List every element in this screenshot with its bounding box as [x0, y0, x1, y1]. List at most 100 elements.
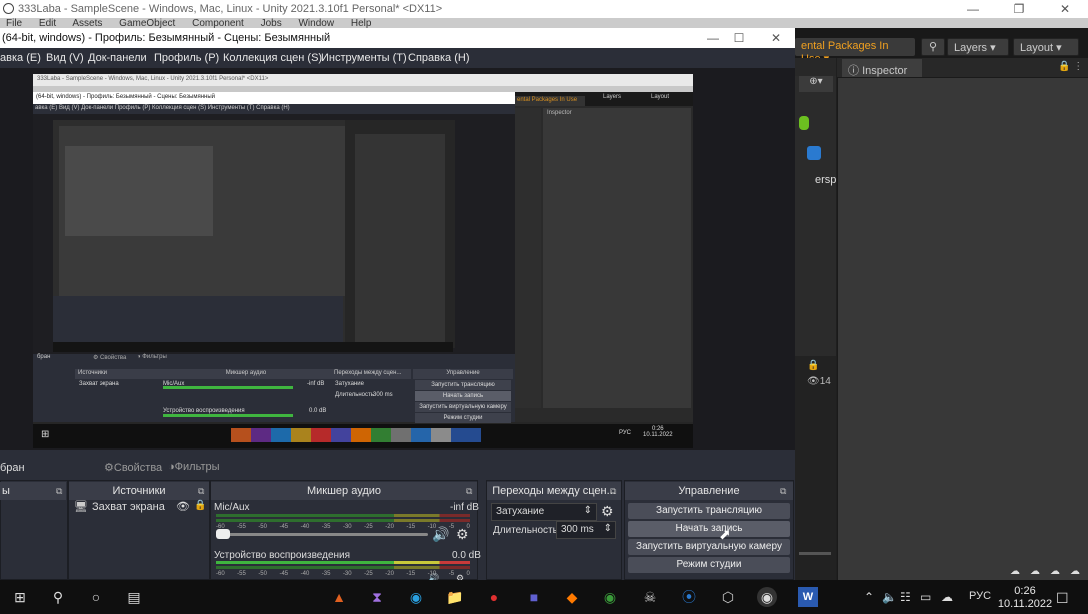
clock-time: 0:26 [1014, 585, 1036, 597]
obs-scene-toolbar: бран ⚙Свойства ◑Фильтры [0, 458, 795, 478]
unity-menu-component[interactable]: Component [192, 18, 244, 28]
unity-menubar: File Edit Assets GameObject Component Jo… [0, 18, 1088, 28]
skull-app-icon[interactable]: ☠ [640, 587, 660, 607]
obs-menu-edit[interactable]: авка (E) [0, 52, 41, 64]
packages-in-use-button[interactable]: ental Packages In Use ▾ [795, 38, 915, 65]
mic-speaker-icon[interactable]: 🔊 [432, 526, 449, 543]
unity-menu-file[interactable]: File [6, 18, 22, 28]
nested-lang: РУС [619, 430, 632, 436]
taskbar-clock[interactable]: 0:26 10.11.2022 [997, 585, 1053, 611]
eye-icon[interactable]: 👁 [176, 500, 190, 513]
chevron-up-icon[interactable]: ⌃ [864, 590, 874, 604]
file-explorer-icon[interactable]: 📁 [445, 587, 465, 607]
start-recording-button[interactable]: Начать запись [628, 521, 790, 537]
controls-dock-pin-icon[interactable]: ⧉ [780, 486, 786, 497]
nested-inspector-label: Inspector [547, 110, 572, 116]
maximize-icon[interactable]: ❐ [996, 0, 1042, 18]
word-icon[interactable]: W [798, 587, 818, 607]
zoom-slider[interactable] [799, 552, 831, 555]
tray-icon-d[interactable]: ☁ [1070, 566, 1080, 577]
unity-toolbar-top [795, 28, 1088, 36]
visual-studio-icon[interactable]: ⧗ [367, 587, 387, 607]
spin-arrows-icon: ⇕ [583, 505, 592, 516]
obs-menu-scene-collection[interactable]: Коллекция сцен (S) [223, 52, 322, 64]
unity-icon[interactable]: ⬡ [718, 587, 738, 607]
battery-icon[interactable]: ▭ [920, 590, 931, 604]
fl-studio-icon[interactable]: ◆ [562, 587, 582, 607]
inspector-lock-icon[interactable]: 🔒 ⋮ [1058, 61, 1083, 72]
unity-menu-gameobject[interactable]: GameObject [119, 18, 175, 28]
nested-unity-title: 333Laba - SampleScene - Windows, Mac, Li… [33, 74, 693, 86]
nested-properties-label: Свойства [100, 355, 127, 361]
monitor-icon: 🖥 [74, 501, 88, 513]
transitions-dock-pin-icon[interactable]: ⧉ [610, 486, 616, 497]
nested-unity-scene-column [515, 108, 541, 408]
task-view-icon[interactable]: ▤ [124, 587, 144, 607]
unity-menu-assets[interactable]: Assets [72, 18, 102, 28]
studio-mode-button[interactable]: Режим студии [628, 557, 790, 573]
obs-menu-profile[interactable]: Профиль (P) [154, 52, 219, 64]
mixer-dock-pin-icon[interactable]: ⧉ [466, 486, 472, 497]
nested-start-icon: ⊞ [41, 429, 50, 440]
filters-button[interactable]: ◑Фильтры [164, 460, 224, 474]
obs-icon[interactable]: ◉ [757, 587, 777, 607]
mic-gear-icon[interactable]: ⚙ [456, 526, 469, 543]
obs-menu-docks[interactable]: Док-панели [88, 52, 147, 64]
transition-gear-icon[interactable]: ⚙ [601, 503, 614, 520]
properties-button[interactable]: ⚙Свойства [100, 460, 166, 475]
app-green-icon[interactable]: ◉ [600, 587, 620, 607]
teams-icon[interactable]: ■ [524, 587, 544, 607]
tray-icon-b[interactable]: ☁ [1030, 566, 1040, 577]
gizmo-button[interactable]: ⊕▾ [799, 76, 833, 92]
tray-icon-c[interactable]: ☁ [1050, 566, 1060, 577]
layout-dropdown[interactable]: Layout ▾ [1013, 38, 1079, 56]
transition-select[interactable]: Затухание ⇕ [491, 503, 597, 521]
unity-titlebar: 333Laba - SampleScene - Windows, Mac, Li… [0, 0, 1088, 18]
duration-input[interactable]: 300 ms ⇕ [556, 521, 616, 539]
sources-dock-pin-icon[interactable]: ⧉ [198, 486, 204, 497]
notifications-icon[interactable]: ☐ [1056, 590, 1069, 607]
yandex-browser-icon[interactable]: ● [484, 587, 504, 607]
lock-icon[interactable]: 🔒 [194, 500, 206, 511]
nested-layers-label: Layers [603, 94, 622, 100]
layers-dropdown[interactable]: Layers ▾ [947, 38, 1009, 56]
tray-icon-a[interactable]: ☁ [1010, 566, 1020, 577]
obs-window-title: (64-bit, windows) - Профиль: Безымянный … [2, 32, 331, 44]
start-streaming-button[interactable]: Запустить трансляцию [628, 503, 790, 519]
nested-deep-taskbar [53, 342, 453, 352]
nested-controls-head: Управление [413, 369, 513, 379]
unity-menu-window[interactable]: Window [298, 18, 334, 28]
vscode-icon[interactable]: ⦿ [679, 587, 699, 607]
nested-start-record: Начать запись [415, 391, 511, 401]
scenes-dock-pin-icon[interactable]: ⧉ [56, 486, 62, 497]
volume-icon[interactable]: 🔈 [882, 590, 897, 604]
search-icon[interactable]: ⚲ [48, 587, 68, 607]
duration-spin-icon: ⇕ [603, 523, 612, 534]
lock-icon[interactable]: 🔒 [807, 360, 819, 371]
source-item[interactable]: 🖥 Захват экрана 👁 🔒 [70, 500, 208, 514]
obs-close-icon[interactable]: ✕ [753, 28, 799, 48]
minimize-icon[interactable]: — [950, 0, 996, 18]
search-icon[interactable]: ⚲ [921, 38, 945, 56]
network-icon[interactable]: ☷ [900, 590, 911, 604]
obs-menu-tools[interactable]: Инструменты (T) [321, 52, 407, 64]
edge-icon[interactable]: ◉ [406, 587, 426, 607]
nested-deep-docks [53, 296, 343, 348]
nested-properties-button: ⚙ Свойства [93, 355, 127, 361]
unity-menu-edit[interactable]: Edit [39, 18, 56, 28]
tab-inspector[interactable]: ⓘ Inspector [842, 59, 922, 77]
obs-menu-view[interactable]: Вид (V) [46, 52, 84, 64]
language-indicator[interactable]: РУС [969, 590, 991, 602]
close-icon[interactable]: ✕ [1042, 0, 1088, 18]
mic-volume-slider[interactable] [216, 533, 428, 536]
unity-menu-jobs[interactable]: Jobs [261, 18, 282, 28]
mic-volume-handle[interactable] [216, 529, 230, 539]
cortana-icon[interactable]: ○ [86, 587, 106, 607]
start-icon[interactable]: ⊞ [10, 587, 30, 607]
start-virtual-camera-button[interactable]: Запустить виртуальную камеру [628, 539, 790, 555]
mic-meter-bottom [216, 519, 470, 522]
obs-menu-help[interactable]: Справка (H) [408, 52, 469, 64]
unity-menu-help[interactable]: Help [351, 18, 372, 28]
onedrive-icon[interactable]: ☁ [941, 590, 953, 604]
matlab-icon[interactable]: ▲ [329, 587, 349, 607]
